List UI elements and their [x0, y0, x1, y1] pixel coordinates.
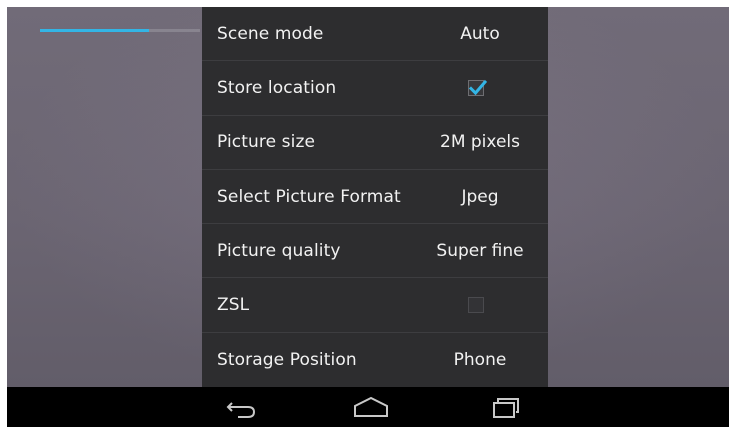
back-button[interactable]: [218, 391, 266, 423]
setting-label: Store location: [217, 77, 337, 98]
home-icon: [354, 396, 388, 417]
setting-row-scene-mode[interactable]: Scene mode Auto: [202, 7, 548, 62]
setting-value: 2M pixels: [440, 132, 520, 153]
setting-row-picture-quality[interactable]: Picture quality Super fine: [202, 224, 548, 279]
setting-row-store-location[interactable]: Store location: [202, 61, 548, 116]
zoom-progress-fill: [40, 29, 149, 32]
back-icon: [226, 402, 256, 418]
setting-label: Picture quality: [217, 240, 341, 261]
camera-settings-panel: Scene mode Auto Store location Picture s…: [202, 7, 548, 387]
system-navigation-bar: [7, 387, 729, 427]
zoom-progress-bar: [40, 29, 200, 32]
camera-preview[interactable]: Scene mode Auto Store location Picture s…: [7, 7, 729, 387]
setting-row-zsl[interactable]: ZSL: [202, 278, 548, 333]
setting-row-storage-position[interactable]: Storage Position Phone: [202, 333, 548, 387]
store-location-checkbox[interactable]: [468, 79, 488, 96]
recent-apps-icon: [493, 398, 519, 418]
setting-label: ZSL: [217, 295, 250, 316]
home-button[interactable]: [347, 391, 395, 423]
setting-row-picture-format[interactable]: Select Picture Format Jpeg: [202, 170, 548, 225]
setting-label: Storage Position: [217, 349, 357, 370]
setting-label: Select Picture Format: [217, 186, 401, 207]
setting-value: Auto: [460, 23, 500, 44]
recent-apps-button[interactable]: [482, 391, 530, 423]
zsl-checkbox[interactable]: [468, 297, 484, 314]
setting-value: Phone: [453, 349, 507, 370]
setting-label: Picture size: [217, 132, 316, 153]
setting-value: Jpeg: [461, 186, 499, 207]
setting-value: Super fine: [436, 240, 524, 261]
checkmark-icon: [468, 79, 488, 96]
setting-label: Scene mode: [217, 23, 324, 44]
setting-row-picture-size[interactable]: Picture size 2M pixels: [202, 116, 548, 170]
